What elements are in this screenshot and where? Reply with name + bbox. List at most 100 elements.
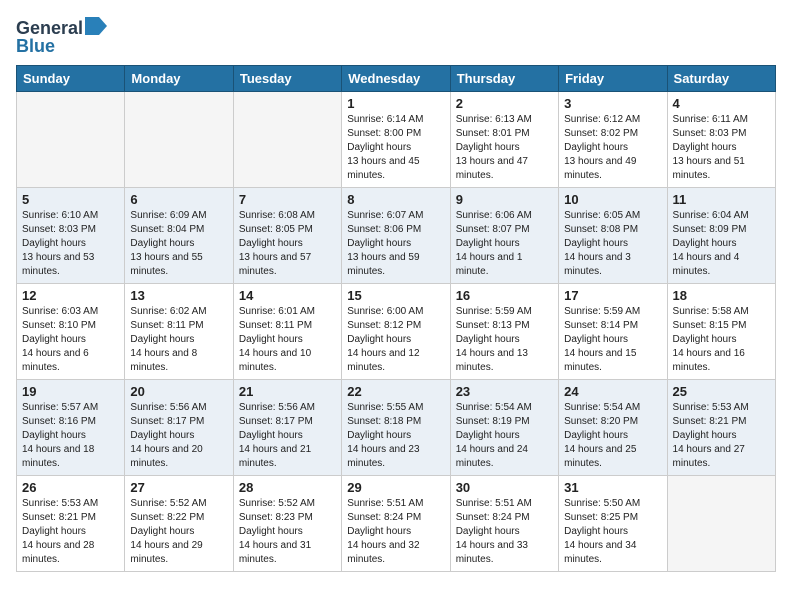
calendar-cell: 28 Sunrise: 5:52 AMSunset: 8:23 PMDayligh… — [233, 476, 341, 572]
calendar-cell: 23Sunrise: 5:54 AMSunset: 8:19 PMDayligh… — [450, 380, 558, 476]
day-number: 21 — [239, 384, 336, 399]
day-number: 2 — [456, 96, 553, 111]
day-number: 15 — [347, 288, 444, 303]
day-info: Sunrise: 5:52 AMSunset: 8:23 PMDaylight … — [239, 497, 336, 567]
logo-blue-text: Blue — [16, 36, 55, 57]
day-info: Sunrise: 5:55 AMSunset: 8:18 PMDaylight … — [347, 401, 444, 471]
day-number: 4 — [673, 96, 770, 111]
day-info: Sunrise: 6:10 AMSunset: 8:03 PMDaylight … — [22, 209, 119, 279]
calendar-cell: 13 Sunrise: 6:02 AMSunset: 8:11 PMDayligh… — [125, 284, 233, 380]
calendar-cell: 3 Sunrise: 6:12 AMSunset: 8:02 PMDaylight… — [559, 92, 667, 188]
day-info: Sunrise: 5:54 AMSunset: 8:20 PMDaylight … — [564, 401, 661, 471]
calendar-cell — [125, 92, 233, 188]
day-info: Sunrise: 5:50 AMSunset: 8:25 PMDaylight … — [564, 497, 661, 567]
day-number: 5 — [22, 192, 119, 207]
day-info: Sunrise: 6:11 AMSunset: 8:03 PMDaylight … — [673, 113, 770, 183]
day-number: 16 — [456, 288, 553, 303]
calendar-cell — [667, 476, 775, 572]
calendar-cell: 26Sunrise: 5:53 AMSunset: 8:21 PMDayligh… — [17, 476, 125, 572]
weekday-header-friday: Friday — [559, 66, 667, 92]
calendar-week-row: 26Sunrise: 5:53 AMSunset: 8:21 PMDayligh… — [17, 476, 776, 572]
day-number: 3 — [564, 96, 661, 111]
day-number: 1 — [347, 96, 444, 111]
day-number: 13 — [130, 288, 227, 303]
day-info: Sunrise: 5:53 AMSunset: 8:21 PMDaylight … — [22, 497, 119, 567]
day-info: Sunrise: 5:56 AMSunset: 8:17 PMDaylight … — [130, 401, 227, 471]
day-info: Sunrise: 5:54 AMSunset: 8:19 PMDaylight … — [456, 401, 553, 471]
day-number: 14 — [239, 288, 336, 303]
day-number: 24 — [564, 384, 661, 399]
calendar-cell: 5 Sunrise: 6:10 AMSunset: 8:03 PMDaylight… — [17, 188, 125, 284]
weekday-header-monday: Monday — [125, 66, 233, 92]
day-number: 12 — [22, 288, 119, 303]
day-number: 18 — [673, 288, 770, 303]
calendar-cell: 31 Sunrise: 5:50 AMSunset: 8:25 PMDayligh… — [559, 476, 667, 572]
day-info: Sunrise: 5:51 AMSunset: 8:24 PMDaylight … — [347, 497, 444, 567]
day-number: 25 — [673, 384, 770, 399]
calendar-cell: 8 Sunrise: 6:07 AMSunset: 8:06 PMDaylight… — [342, 188, 450, 284]
day-number: 31 — [564, 480, 661, 495]
day-info: Sunrise: 6:06 AMSunset: 8:07 PMDaylight … — [456, 209, 553, 279]
calendar-cell: 15Sunrise: 6:00 AMSunset: 8:12 PMDayligh… — [342, 284, 450, 380]
day-info: Sunrise: 5:59 AMSunset: 8:14 PMDaylight … — [564, 305, 661, 375]
calendar-cell: 7 Sunrise: 6:08 AMSunset: 8:05 PMDaylight… — [233, 188, 341, 284]
calendar-cell: 20Sunrise: 5:56 AMSunset: 8:17 PMDayligh… — [125, 380, 233, 476]
calendar-header-row: SundayMondayTuesdayWednesdayThursdayFrid… — [17, 66, 776, 92]
calendar-week-row: 19Sunrise: 5:57 AMSunset: 8:16 PMDayligh… — [17, 380, 776, 476]
day-number: 28 — [239, 480, 336, 495]
calendar-cell: 1Sunrise: 6:14 AMSunset: 8:00 PMDaylight… — [342, 92, 450, 188]
day-number: 6 — [130, 192, 227, 207]
calendar-cell: 19Sunrise: 5:57 AMSunset: 8:16 PMDayligh… — [17, 380, 125, 476]
calendar-cell: 30 Sunrise: 5:51 AMSunset: 8:24 PMDayligh… — [450, 476, 558, 572]
calendar-table: SundayMondayTuesdayWednesdayThursdayFrid… — [16, 65, 776, 572]
day-number: 8 — [347, 192, 444, 207]
calendar-cell: 27 Sunrise: 5:52 AMSunset: 8:22 PMDayligh… — [125, 476, 233, 572]
day-info: Sunrise: 5:59 AMSunset: 8:13 PMDaylight … — [456, 305, 553, 375]
day-info: Sunrise: 5:52 AMSunset: 8:22 PMDaylight … — [130, 497, 227, 567]
calendar-cell: 4 Sunrise: 6:11 AMSunset: 8:03 PMDaylight… — [667, 92, 775, 188]
calendar-cell: 12 Sunrise: 6:03 AMSunset: 8:10 PMDayligh… — [17, 284, 125, 380]
day-number: 29 — [347, 480, 444, 495]
day-info: Sunrise: 6:03 AMSunset: 8:10 PMDaylight … — [22, 305, 119, 375]
day-number: 9 — [456, 192, 553, 207]
weekday-header-wednesday: Wednesday — [342, 66, 450, 92]
logo: General Blue — [16, 16, 107, 57]
day-info: Sunrise: 6:07 AMSunset: 8:06 PMDaylight … — [347, 209, 444, 279]
day-info: Sunrise: 6:02 AMSunset: 8:11 PMDaylight … — [130, 305, 227, 375]
day-number: 7 — [239, 192, 336, 207]
calendar-week-row: 5 Sunrise: 6:10 AMSunset: 8:03 PMDaylight… — [17, 188, 776, 284]
page-header: General Blue — [16, 16, 776, 57]
calendar-cell — [17, 92, 125, 188]
logo-arrow-icon — [85, 17, 107, 40]
weekday-header-saturday: Saturday — [667, 66, 775, 92]
day-info: Sunrise: 5:56 AMSunset: 8:17 PMDaylight … — [239, 401, 336, 471]
day-info: Sunrise: 6:05 AMSunset: 8:08 PMDaylight … — [564, 209, 661, 279]
calendar-week-row: 1Sunrise: 6:14 AMSunset: 8:00 PMDaylight… — [17, 92, 776, 188]
calendar-cell: 9 Sunrise: 6:06 AMSunset: 8:07 PMDaylight… — [450, 188, 558, 284]
calendar-cell: 14 Sunrise: 6:01 AMSunset: 8:11 PMDayligh… — [233, 284, 341, 380]
day-info: Sunrise: 6:09 AMSunset: 8:04 PMDaylight … — [130, 209, 227, 279]
calendar-body: 1Sunrise: 6:14 AMSunset: 8:00 PMDaylight… — [17, 92, 776, 572]
day-info: Sunrise: 6:01 AMSunset: 8:11 PMDaylight … — [239, 305, 336, 375]
day-info: Sunrise: 5:51 AMSunset: 8:24 PMDaylight … — [456, 497, 553, 567]
day-number: 30 — [456, 480, 553, 495]
weekday-header-tuesday: Tuesday — [233, 66, 341, 92]
calendar-cell: 11 Sunrise: 6:04 AMSunset: 8:09 PMDayligh… — [667, 188, 775, 284]
calendar-cell: 29 Sunrise: 5:51 AMSunset: 8:24 PMDayligh… — [342, 476, 450, 572]
calendar-cell: 17 Sunrise: 5:59 AMSunset: 8:14 PMDayligh… — [559, 284, 667, 380]
day-info: Sunrise: 6:12 AMSunset: 8:02 PMDaylight … — [564, 113, 661, 183]
weekday-header-thursday: Thursday — [450, 66, 558, 92]
day-info: Sunrise: 5:53 AMSunset: 8:21 PMDaylight … — [673, 401, 770, 471]
day-number: 19 — [22, 384, 119, 399]
calendar-cell — [233, 92, 341, 188]
day-number: 17 — [564, 288, 661, 303]
calendar-cell: 18Sunrise: 5:58 AMSunset: 8:15 PMDayligh… — [667, 284, 775, 380]
day-info: Sunrise: 6:04 AMSunset: 8:09 PMDaylight … — [673, 209, 770, 279]
day-info: Sunrise: 6:08 AMSunset: 8:05 PMDaylight … — [239, 209, 336, 279]
calendar-cell: 6 Sunrise: 6:09 AMSunset: 8:04 PMDaylight… — [125, 188, 233, 284]
day-number: 11 — [673, 192, 770, 207]
calendar-cell: 2 Sunrise: 6:13 AMSunset: 8:01 PMDaylight… — [450, 92, 558, 188]
calendar-cell: 22Sunrise: 5:55 AMSunset: 8:18 PMDayligh… — [342, 380, 450, 476]
day-info: Sunrise: 6:13 AMSunset: 8:01 PMDaylight … — [456, 113, 553, 183]
day-number: 27 — [130, 480, 227, 495]
